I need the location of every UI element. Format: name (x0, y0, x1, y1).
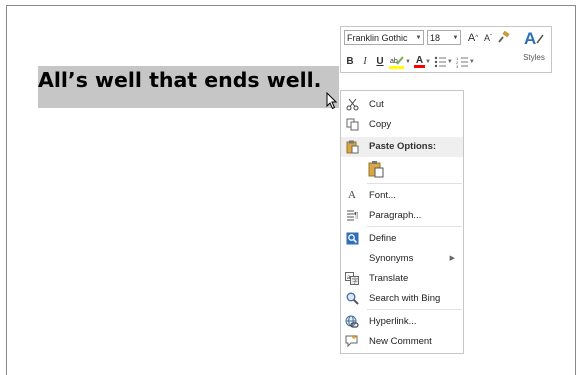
numbering-icon: 1 2 3 (456, 56, 468, 68)
scissors-icon (344, 96, 360, 112)
svg-text:¶: ¶ (354, 211, 358, 220)
menu-item-cut[interactable]: Cut (341, 94, 463, 114)
font-size-value: 18 (430, 32, 441, 43)
paste-options-header: Paste Options: (341, 137, 463, 157)
menu-item-label: Copy (369, 118, 392, 130)
svg-text:A: A (524, 29, 536, 47)
menu-item-label: Hyperlink... (369, 315, 417, 327)
font-icon: A (348, 189, 356, 201)
styles-label: Styles (523, 53, 545, 62)
menu-separator (367, 183, 462, 184)
menu-item-search-with-bing[interactable]: Search with Bing (341, 288, 463, 308)
comment-icon (344, 333, 360, 349)
menu-separator (367, 226, 462, 227)
menu-item-copy[interactable]: Copy (341, 114, 463, 134)
hyperlink-icon (344, 313, 360, 329)
menu-item-translate[interactable]: a字 Translate (341, 268, 463, 288)
paste-keep-text-only-button[interactable] (367, 159, 385, 179)
menu-item-label: New Comment (369, 335, 432, 347)
search-icon (344, 290, 360, 306)
translate-icon: a字 (344, 270, 360, 286)
menu-item-hyperlink[interactable]: Hyperlink... (341, 311, 463, 331)
font-color-button[interactable]: A ▼ (413, 54, 431, 69)
styles-icon: A (524, 29, 544, 47)
grow-font-label: A (467, 31, 476, 44)
font-color-bar (413, 64, 425, 68)
svg-text:字: 字 (352, 277, 358, 285)
menu-item-label: Cut (369, 98, 384, 110)
highlighter-icon: ab (389, 55, 404, 69)
menu-item-label: Paragraph... (369, 209, 422, 221)
menu-item-define[interactable]: Define (341, 228, 463, 248)
font-name-combo[interactable]: Franklin Gothic ▼ (344, 30, 424, 45)
paragraph-icon: ¶ (344, 207, 360, 223)
bold-button[interactable]: B (344, 54, 356, 69)
grow-font-button[interactable]: A ^ (467, 30, 479, 45)
paste-options-label: Paste Options: (369, 141, 437, 152)
menu-item-label: Font... (369, 189, 396, 201)
italic-button[interactable]: I (359, 54, 371, 69)
mini-toolbar: Franklin Gothic ▼ 18 ▼ A ^ Aˇ B I U ab ▼… (340, 26, 552, 73)
font-color-label: A (415, 54, 424, 66)
menu-item-label: Define (369, 232, 397, 244)
font-size-combo[interactable]: 18 ▼ (427, 30, 461, 45)
menu-item-font[interactable]: A Font... (341, 185, 463, 205)
bullets-icon (434, 56, 446, 67)
menu-separator (367, 309, 462, 310)
selected-text[interactable]: All’s well that ends well. (38, 66, 339, 108)
submenu-arrow-icon: ▶ (449, 255, 455, 262)
clipboard-icon (368, 161, 384, 178)
font-name-value: Franklin Gothic (347, 32, 408, 43)
paste-icon (344, 139, 360, 155)
chevron-down-icon[interactable]: ▼ (414, 35, 423, 41)
menu-item-label: Synonyms (369, 252, 414, 264)
menu-item-label: Translate (369, 272, 409, 284)
styles-button[interactable]: A Styles (519, 29, 549, 71)
underline-button[interactable]: U (374, 54, 386, 69)
context-menu: Cut Copy Paste Options: A Font... ¶ Para… (340, 90, 464, 354)
svg-text:ab: ab (390, 58, 398, 65)
highlight-button[interactable]: ab ▼ (389, 54, 411, 69)
shrink-font-button[interactable]: Aˇ (482, 30, 494, 45)
menu-item-paragraph[interactable]: ¶ Paragraph... (341, 205, 463, 225)
svg-text:3: 3 (456, 64, 459, 68)
numbering-button[interactable]: 1 2 3 ▼ (456, 54, 475, 69)
define-icon (344, 230, 360, 246)
menu-item-new-comment[interactable]: New Comment (341, 331, 463, 351)
menu-item-synonyms[interactable]: Synonyms ▶ (341, 248, 463, 268)
mouse-pointer-icon (326, 92, 338, 110)
format-painter-icon[interactable] (497, 30, 510, 45)
menu-item-label: Search with Bing (369, 292, 441, 304)
chevron-down-icon[interactable]: ▼ (451, 35, 460, 41)
bullets-button[interactable]: ▼ (434, 54, 453, 69)
copy-icon (344, 116, 360, 132)
